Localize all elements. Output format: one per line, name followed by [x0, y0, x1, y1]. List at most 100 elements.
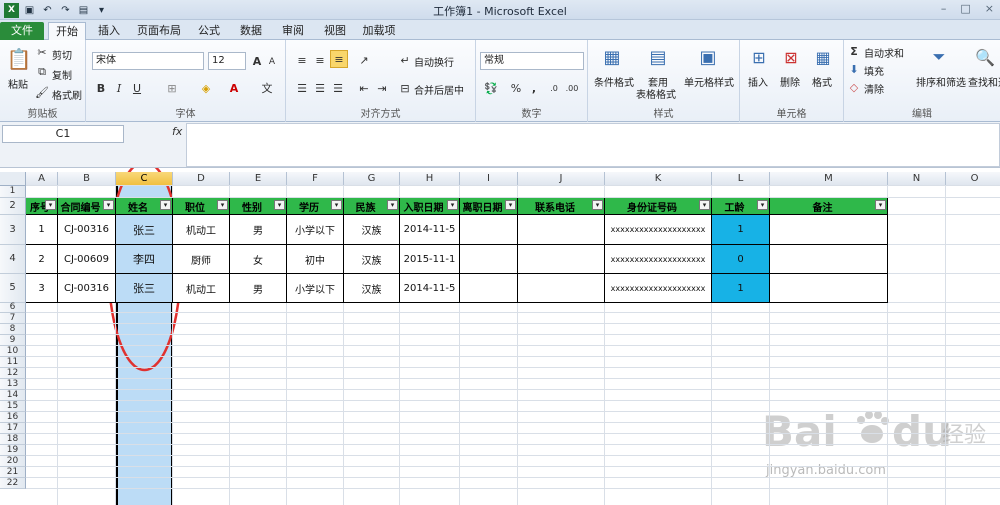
row-header-7[interactable]: 7: [0, 313, 26, 324]
table-header-cell[interactable]: 工龄 ▾: [712, 198, 770, 215]
row-header-15[interactable]: 15: [0, 401, 26, 412]
table-cell[interactable]: 机动工: [173, 215, 230, 245]
column-header-l[interactable]: L: [712, 172, 770, 186]
table-cell[interactable]: [460, 274, 518, 303]
bold-button[interactable]: B: [94, 80, 108, 96]
table-cell[interactable]: 厨师: [173, 245, 230, 274]
name-box[interactable]: C1: [2, 125, 124, 143]
table-cell[interactable]: 小学以下: [287, 274, 344, 303]
maximize-button[interactable]: □: [960, 2, 970, 15]
copy-icon[interactable]: ⧉: [36, 65, 48, 78]
table-cell[interactable]: 3: [26, 274, 58, 303]
row-header-12[interactable]: 12: [0, 368, 26, 379]
column-header-d[interactable]: D: [173, 172, 230, 186]
row-header-21[interactable]: 21: [0, 467, 26, 478]
row-header-22[interactable]: 22: [0, 478, 26, 489]
align-left-icon[interactable]: ☰: [294, 80, 310, 96]
align-right-icon[interactable]: ☰: [330, 80, 346, 96]
increase-decimal-icon[interactable]: .0: [546, 80, 562, 96]
tab-review[interactable]: 审阅: [276, 22, 310, 40]
table-cell[interactable]: 汉族: [344, 245, 400, 274]
table-cell[interactable]: 2014-11-5: [400, 274, 460, 303]
tab-file[interactable]: 文件: [0, 22, 44, 40]
row-header-11[interactable]: 11: [0, 357, 26, 368]
grow-font-icon[interactable]: A: [250, 52, 264, 70]
table-cell[interactable]: [770, 245, 888, 274]
table-cell[interactable]: 机动工: [173, 274, 230, 303]
tab-addins[interactable]: 加载项: [358, 22, 400, 40]
column-header-a[interactable]: A: [26, 172, 58, 186]
find-select-icon[interactable]: 🔍: [972, 44, 998, 70]
fill-icon[interactable]: ⬇: [848, 62, 860, 76]
table-cell[interactable]: 0: [712, 245, 770, 274]
delete-cells-icon[interactable]: ⊠: [780, 44, 802, 70]
number-format-select[interactable]: 常规: [480, 52, 584, 70]
row-header-4[interactable]: 4: [0, 245, 26, 274]
column-header-b[interactable]: B: [58, 172, 116, 186]
row-header-14[interactable]: 14: [0, 390, 26, 401]
clear-button[interactable]: 清除: [864, 81, 884, 96]
font-name-select[interactable]: 宋体: [92, 52, 204, 70]
cell-styles-button[interactable]: 单元格样式: [684, 74, 734, 89]
table-header-cell[interactable]: 备注 ▾: [770, 198, 888, 215]
format-painter-icon[interactable]: 🖌: [35, 86, 49, 99]
table-cell[interactable]: [518, 245, 605, 274]
filter-dropdown-icon[interactable]: ▾: [875, 200, 886, 210]
table-cell[interactable]: xxxxxxxxxxxxxxxxxxxx: [605, 245, 712, 274]
format-as-table-line2[interactable]: 表格格式: [636, 86, 676, 101]
italic-button[interactable]: I: [112, 80, 126, 96]
table-cell[interactable]: CJ-00316: [58, 274, 116, 303]
table-cell[interactable]: xxxxxxxxxxxxxxxxxxxx: [605, 274, 712, 303]
format-cells-icon[interactable]: ▦: [812, 44, 834, 70]
table-cell[interactable]: 女: [230, 245, 287, 274]
table-cell[interactable]: 初中: [287, 245, 344, 274]
row-header-2[interactable]: 2: [0, 198, 26, 215]
formula-input[interactable]: [186, 123, 1000, 167]
filter-dropdown-icon[interactable]: ▾: [505, 200, 516, 210]
table-cell[interactable]: 李四: [116, 245, 173, 274]
align-top-icon[interactable]: ≡: [294, 52, 310, 68]
filter-dropdown-icon[interactable]: ▾: [699, 200, 710, 210]
table-header-cell[interactable]: 序号 ▾: [26, 198, 58, 215]
tab-insert[interactable]: 插入: [92, 22, 126, 40]
column-header-o[interactable]: O: [946, 172, 1000, 186]
column-header-n[interactable]: N: [888, 172, 946, 186]
paste-button[interactable]: 粘贴: [8, 76, 28, 91]
row-header-19[interactable]: 19: [0, 445, 26, 456]
table-cell[interactable]: CJ-00609: [58, 245, 116, 274]
table-cell[interactable]: 2: [26, 245, 58, 274]
column-header-i[interactable]: I: [460, 172, 518, 186]
table-cell[interactable]: 男: [230, 274, 287, 303]
row-header-16[interactable]: 16: [0, 412, 26, 423]
shrink-font-icon[interactable]: A: [266, 54, 278, 70]
table-cell[interactable]: [770, 274, 888, 303]
column-header-e[interactable]: E: [230, 172, 287, 186]
filter-dropdown-icon[interactable]: ▾: [274, 200, 285, 210]
row-header-9[interactable]: 9: [0, 335, 26, 346]
table-cell[interactable]: 2015-11-1: [400, 245, 460, 274]
sort-filter-button[interactable]: 排序和筛选: [916, 74, 966, 89]
minimize-button[interactable]: –: [941, 2, 947, 15]
fill-button[interactable]: 填充: [864, 63, 884, 78]
insert-cells-icon[interactable]: ⊞: [748, 44, 770, 70]
underline-button[interactable]: U: [130, 80, 144, 96]
column-header-m[interactable]: M: [770, 172, 888, 186]
row-header-20[interactable]: 20: [0, 456, 26, 467]
table-header-cell[interactable]: 联系电话 ▾: [518, 198, 605, 215]
column-header-f[interactable]: F: [287, 172, 344, 186]
cut-button[interactable]: 剪切: [52, 47, 72, 62]
tab-home[interactable]: 开始: [48, 22, 86, 40]
filter-dropdown-icon[interactable]: ▾: [757, 200, 768, 210]
table-cell[interactable]: [460, 215, 518, 245]
table-header-cell[interactable]: 身份证号码 ▾: [605, 198, 712, 215]
table-header-cell[interactable]: 姓名 ▾: [116, 198, 173, 215]
font-size-select[interactable]: 12: [208, 52, 246, 70]
percent-button[interactable]: %: [508, 80, 524, 96]
filter-dropdown-icon[interactable]: ▾: [331, 200, 342, 210]
filter-dropdown-icon[interactable]: ▾: [217, 200, 228, 210]
conditional-format-button[interactable]: 条件格式: [594, 74, 634, 89]
sort-filter-icon[interactable]: ⏷: [926, 44, 952, 70]
wrap-text-button[interactable]: 自动换行: [414, 54, 454, 69]
row-header-8[interactable]: 8: [0, 324, 26, 335]
close-button[interactable]: ×: [985, 2, 994, 15]
